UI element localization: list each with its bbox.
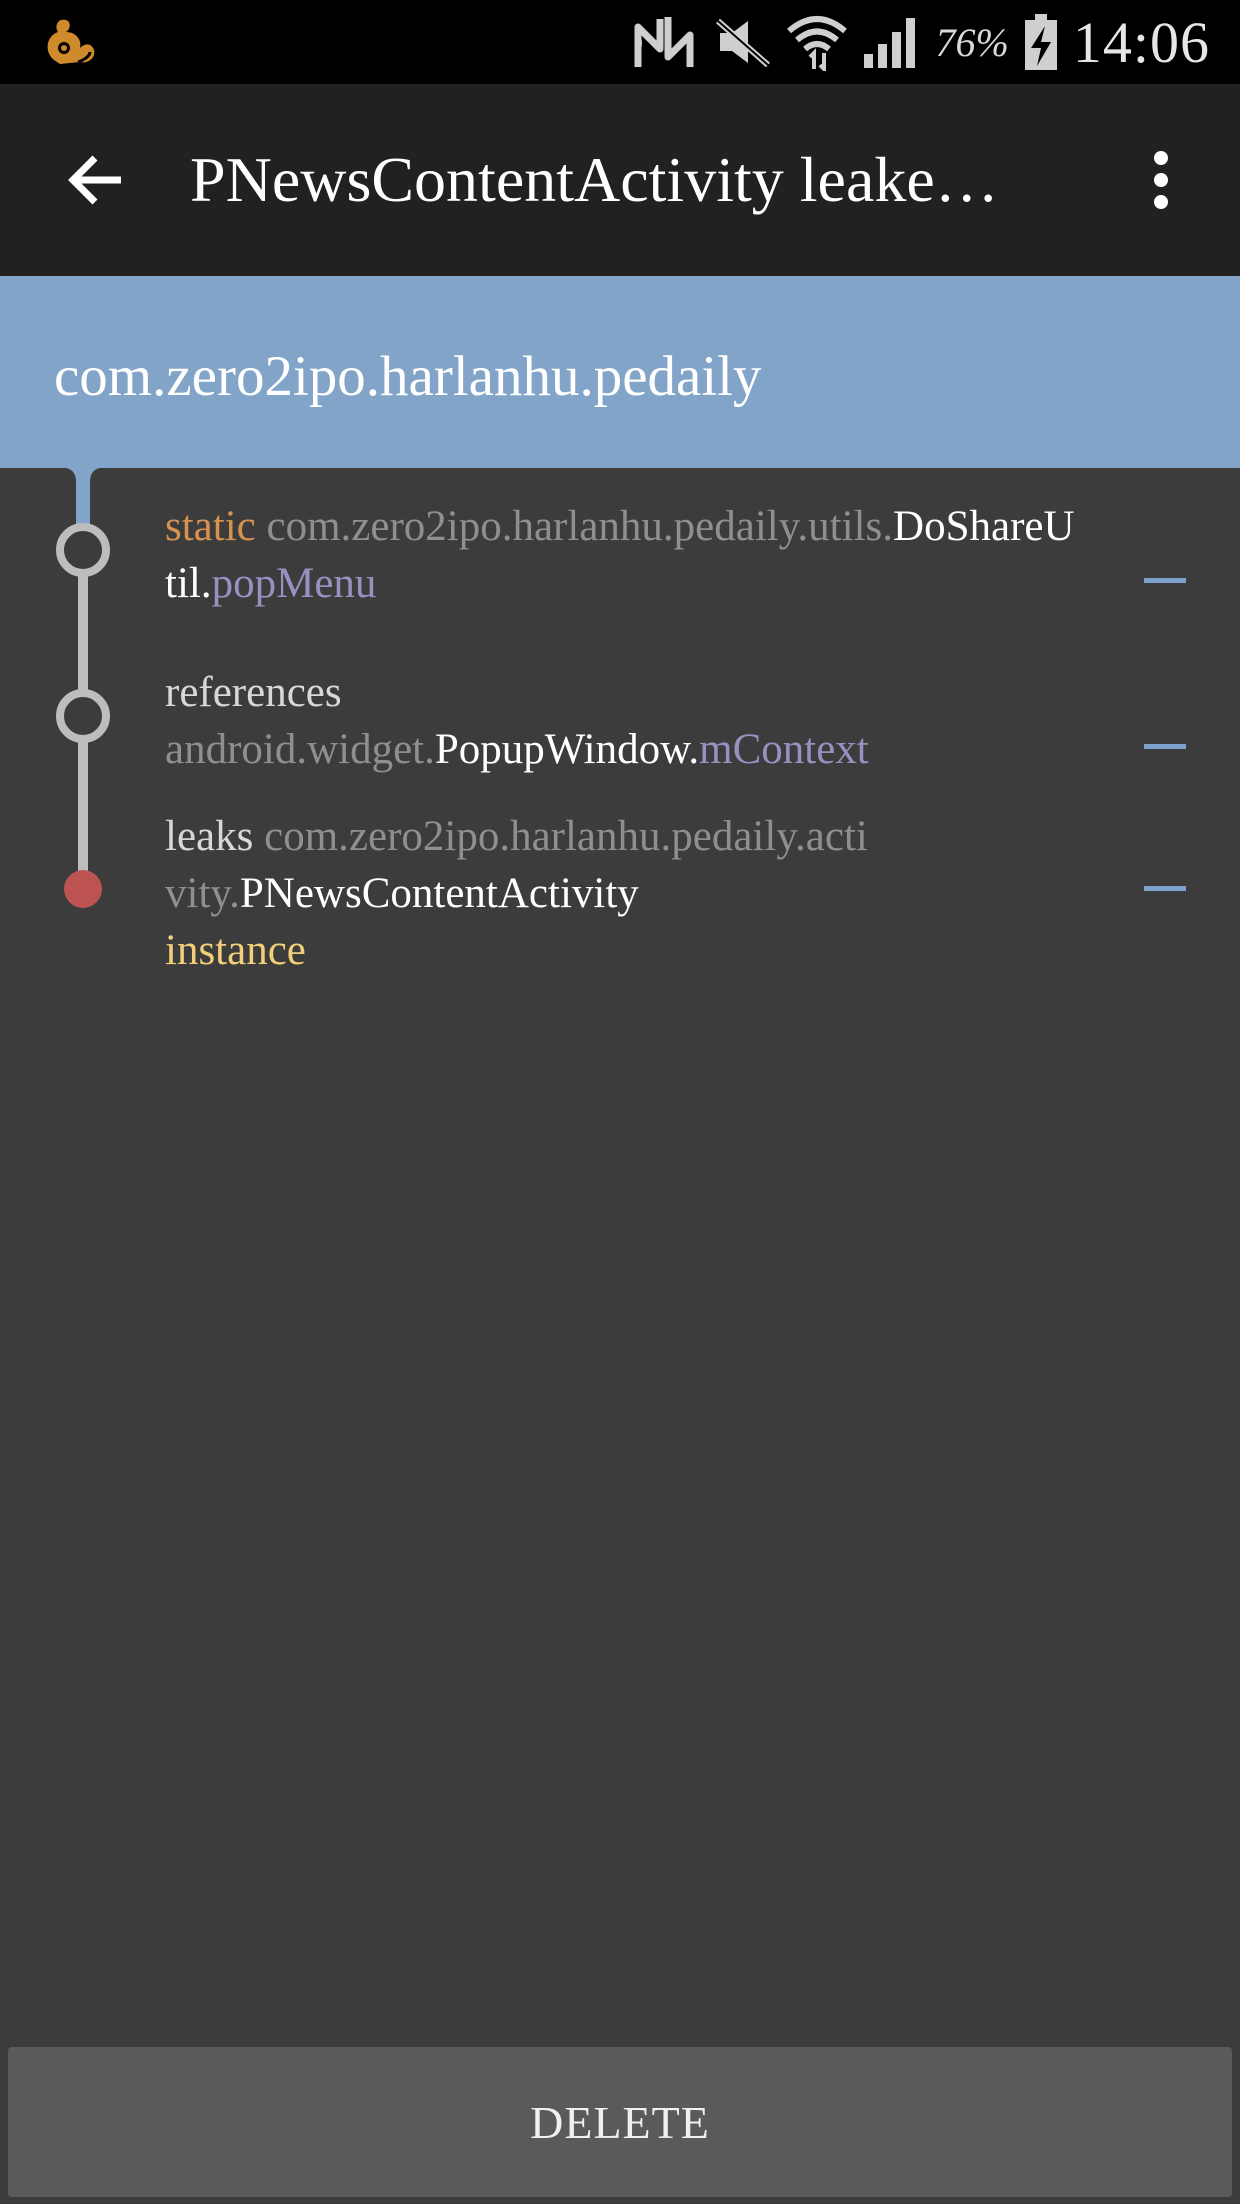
- wifi-icon: [786, 16, 847, 71]
- status-bar: 76% 14:06: [0, 0, 1240, 84]
- collapse-toggle[interactable]: [1144, 744, 1186, 749]
- package-header: com.zero2ipo.harlanhu.pedaily: [0, 276, 1240, 468]
- mute-icon: [715, 18, 770, 68]
- delete-button[interactable]: DELETE: [8, 2047, 1232, 2197]
- package-name: com.zero2ipo.harlanhu.pedaily: [54, 345, 762, 408]
- collapse-toggle[interactable]: [1144, 578, 1186, 583]
- signal-icon: [863, 18, 915, 68]
- app-bar: PNewsContentActivity leake…: [0, 84, 1240, 276]
- clock: 14:06: [1072, 9, 1210, 75]
- arrow-back-icon: [68, 155, 121, 205]
- back-button[interactable]: [50, 134, 142, 226]
- trace-class: PNewsContentActivity: [239, 870, 639, 917]
- trace-field: mContext: [699, 726, 869, 773]
- more-vert-icon: [1154, 151, 1168, 209]
- trace-node-hollow: [56, 689, 110, 743]
- trace-suffix-instance: instance: [165, 927, 306, 974]
- collapse-toggle[interactable]: [1144, 886, 1186, 891]
- page-title: PNewsContentActivity leake…: [190, 144, 999, 215]
- trace-node-leak: [64, 870, 102, 908]
- nfc-icon: [633, 17, 694, 67]
- trace-prefix-leaks: leaks: [165, 813, 254, 860]
- leak-trace: static com.zero2ipo.harlanhu.pedaily.uti…: [0, 468, 1240, 2044]
- trace-text: static com.zero2ipo.harlanhu.pedaily.uti…: [165, 498, 1085, 612]
- status-icons: 76% 14:06: [633, 0, 1210, 84]
- trace-package: android.widget.: [165, 726, 435, 773]
- battery-percent: 76%: [935, 19, 1009, 65]
- trace-prefix-references: references: [165, 669, 342, 716]
- trace-text: leaks com.zero2ipo.harlanhu.pedaily.acti…: [165, 808, 885, 979]
- trace-node-hollow: [56, 523, 110, 577]
- overflow-menu-button[interactable]: [1118, 134, 1204, 226]
- trace-text: references android.widget.PopupWindow.mC…: [165, 664, 1085, 778]
- battery-charging-icon: [1024, 14, 1057, 70]
- trace-field: popMenu: [211, 560, 377, 607]
- trace-class: PopupWindow.: [434, 726, 700, 773]
- uc-browser-icon: [47, 19, 95, 65]
- trace-package: com.zero2ipo.harlanhu.pedaily.utils.: [266, 503, 894, 550]
- trace-prefix-static: static: [165, 503, 256, 550]
